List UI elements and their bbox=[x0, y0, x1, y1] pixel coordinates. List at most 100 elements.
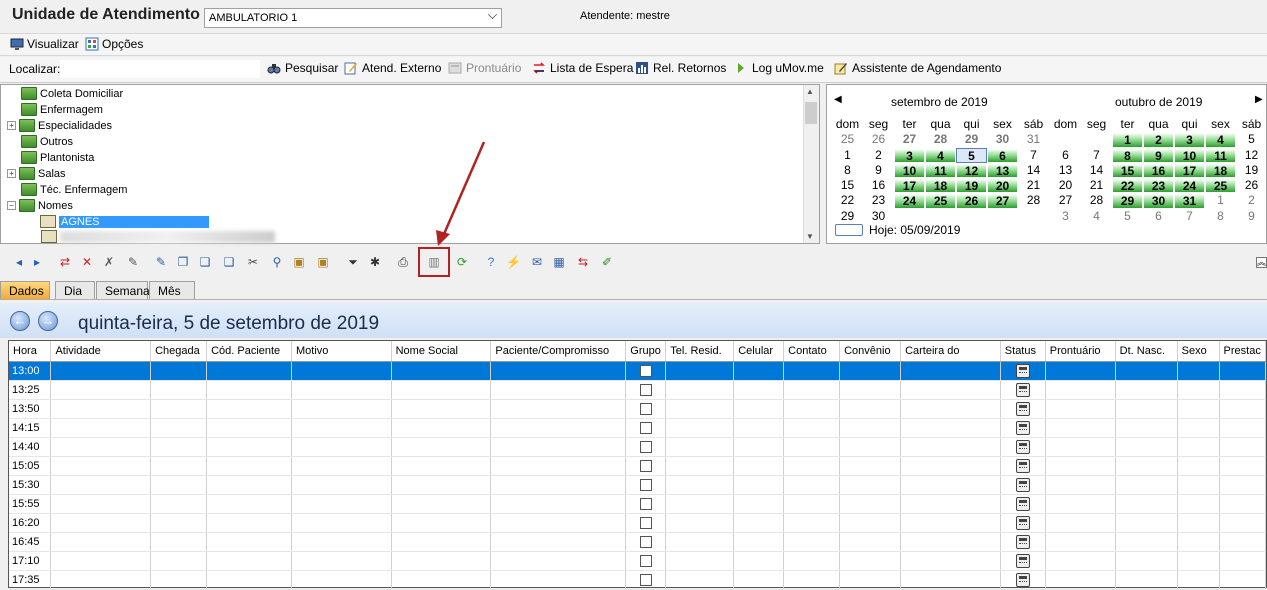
group-checkbox[interactable] bbox=[639, 364, 652, 377]
grid-cell[interactable] bbox=[50, 532, 152, 552]
column-header[interactable]: Convênio bbox=[839, 341, 902, 362]
group-checkbox[interactable] bbox=[639, 383, 652, 396]
grid-cell[interactable] bbox=[490, 532, 627, 552]
calendar-day[interactable]: 4 bbox=[925, 147, 956, 163]
time-cell[interactable]: 16:20 bbox=[9, 513, 52, 533]
grid-cell[interactable] bbox=[1219, 532, 1267, 552]
grid-cell[interactable] bbox=[150, 361, 208, 381]
copy-icon[interactable]: ❐ bbox=[176, 255, 190, 269]
grid-cell[interactable] bbox=[391, 418, 492, 438]
group-cell[interactable] bbox=[625, 494, 667, 514]
grid-cell[interactable] bbox=[1177, 475, 1220, 495]
calendar-day[interactable]: 25 bbox=[925, 193, 956, 209]
grid-cell[interactable] bbox=[733, 418, 785, 438]
status-cell[interactable] bbox=[1000, 570, 1046, 590]
grid-cell[interactable] bbox=[391, 399, 492, 419]
transfer-icon[interactable]: ⇄ bbox=[58, 255, 72, 269]
column-header[interactable]: Status bbox=[1000, 341, 1046, 362]
grid-cell[interactable] bbox=[490, 513, 627, 533]
grid-cell[interactable] bbox=[665, 475, 735, 495]
calendar-day[interactable]: 30 bbox=[1143, 193, 1174, 209]
grid-cell[interactable] bbox=[665, 570, 735, 590]
table-row[interactable]: 16:20 bbox=[9, 513, 1267, 533]
grid-cell[interactable] bbox=[206, 380, 293, 400]
grid-cell[interactable] bbox=[839, 418, 902, 438]
column-header[interactable]: Contato bbox=[783, 341, 841, 362]
comment-icon[interactable]: ✉ bbox=[530, 255, 544, 269]
grid-cell[interactable] bbox=[900, 361, 1001, 381]
grid-cell[interactable] bbox=[1219, 418, 1267, 438]
grid-cell[interactable] bbox=[665, 380, 735, 400]
grid-cell[interactable] bbox=[490, 551, 627, 571]
grid-cell[interactable] bbox=[783, 475, 841, 495]
status-cell[interactable] bbox=[1000, 456, 1046, 476]
calendar-day[interactable]: 23 bbox=[1143, 178, 1174, 194]
time-cell[interactable]: 15:55 bbox=[9, 494, 52, 514]
grid-cell[interactable] bbox=[839, 456, 902, 476]
filter-icon[interactable]: ⏷ bbox=[346, 255, 360, 269]
external-care-button[interactable]: Atend. Externo bbox=[344, 61, 441, 75]
grid-cell[interactable] bbox=[206, 399, 293, 419]
grid-cell[interactable] bbox=[206, 570, 293, 590]
column-header[interactable]: Hora bbox=[9, 341, 52, 362]
next-day-button[interactable]: → bbox=[38, 311, 58, 331]
next-month-icon[interactable]: ▶ bbox=[1255, 94, 1263, 105]
grid-cell[interactable] bbox=[733, 437, 785, 457]
grid-cell[interactable] bbox=[150, 551, 208, 571]
time-cell[interactable]: 14:15 bbox=[9, 418, 52, 438]
scroll-down-icon[interactable]: ▼ bbox=[806, 232, 814, 241]
group-checkbox[interactable] bbox=[639, 554, 652, 567]
grid-cell[interactable] bbox=[50, 475, 152, 495]
expand-icon[interactable]: − bbox=[7, 201, 16, 210]
swap-icon[interactable]: ⇆ bbox=[576, 255, 590, 269]
calendar-day[interactable]: 13 bbox=[1050, 163, 1081, 178]
calendar-day[interactable]: 15 bbox=[832, 178, 863, 193]
calendar-day[interactable]: 22 bbox=[1112, 178, 1143, 194]
grid-cell[interactable] bbox=[900, 399, 1001, 419]
grid-cell[interactable] bbox=[1177, 399, 1220, 419]
grid-cell[interactable] bbox=[839, 475, 902, 495]
group-checkbox[interactable] bbox=[639, 402, 652, 415]
tree-item[interactable]: + Especialidades bbox=[7, 118, 112, 133]
grid-cell[interactable] bbox=[733, 570, 785, 590]
calendar-day[interactable]: 28 bbox=[1018, 193, 1049, 208]
waitlist-button[interactable]: Lista de Espera bbox=[532, 61, 633, 75]
calendar-day[interactable]: 19 bbox=[956, 178, 987, 194]
grid-cell[interactable] bbox=[1177, 551, 1220, 571]
grid-cell[interactable] bbox=[900, 494, 1001, 514]
grid-cell[interactable] bbox=[1177, 513, 1220, 533]
time-cell[interactable]: 17:10 bbox=[9, 551, 52, 571]
grid-cell[interactable] bbox=[783, 399, 841, 419]
calendar-day[interactable]: 9 bbox=[863, 163, 894, 178]
calendar-day[interactable]: 18 bbox=[1205, 162, 1236, 179]
group-cell[interactable] bbox=[625, 551, 667, 571]
status-cell[interactable] bbox=[1000, 361, 1046, 381]
table-row[interactable]: 15:05 bbox=[9, 456, 1267, 476]
grid-cell[interactable] bbox=[206, 418, 293, 438]
calendar-day[interactable]: 28 bbox=[1081, 193, 1112, 208]
grid-cell[interactable] bbox=[1045, 475, 1116, 495]
copy-multiple-icon[interactable]: ❏ bbox=[198, 255, 212, 269]
grid-cell[interactable] bbox=[1045, 551, 1116, 571]
group-cell[interactable] bbox=[625, 399, 667, 419]
menu-view[interactable]: Visualizar bbox=[10, 37, 79, 51]
cancel-icon[interactable]: ✗ bbox=[102, 255, 116, 269]
calendar-day[interactable]: 8 bbox=[832, 163, 863, 178]
grid-cell[interactable] bbox=[900, 532, 1001, 552]
grid-cell[interactable] bbox=[291, 570, 392, 590]
grid-cell[interactable] bbox=[733, 361, 785, 381]
grid-cell[interactable] bbox=[1115, 532, 1178, 552]
print-preview-icon[interactable]: ⎙ bbox=[396, 255, 410, 269]
grid-cell[interactable] bbox=[391, 513, 492, 533]
grid-cell[interactable] bbox=[1045, 437, 1116, 457]
grid-cell[interactable] bbox=[1177, 456, 1220, 476]
group-checkbox[interactable] bbox=[639, 516, 652, 529]
grid-cell[interactable] bbox=[291, 380, 392, 400]
grid-cell[interactable] bbox=[150, 475, 208, 495]
grid-cell[interactable] bbox=[150, 456, 208, 476]
grid-cell[interactable] bbox=[1045, 456, 1116, 476]
grid-cell[interactable] bbox=[50, 437, 152, 457]
grid-cell[interactable] bbox=[150, 418, 208, 438]
status-cell[interactable] bbox=[1000, 551, 1046, 571]
calendar-day[interactable]: 30 bbox=[987, 132, 1018, 147]
